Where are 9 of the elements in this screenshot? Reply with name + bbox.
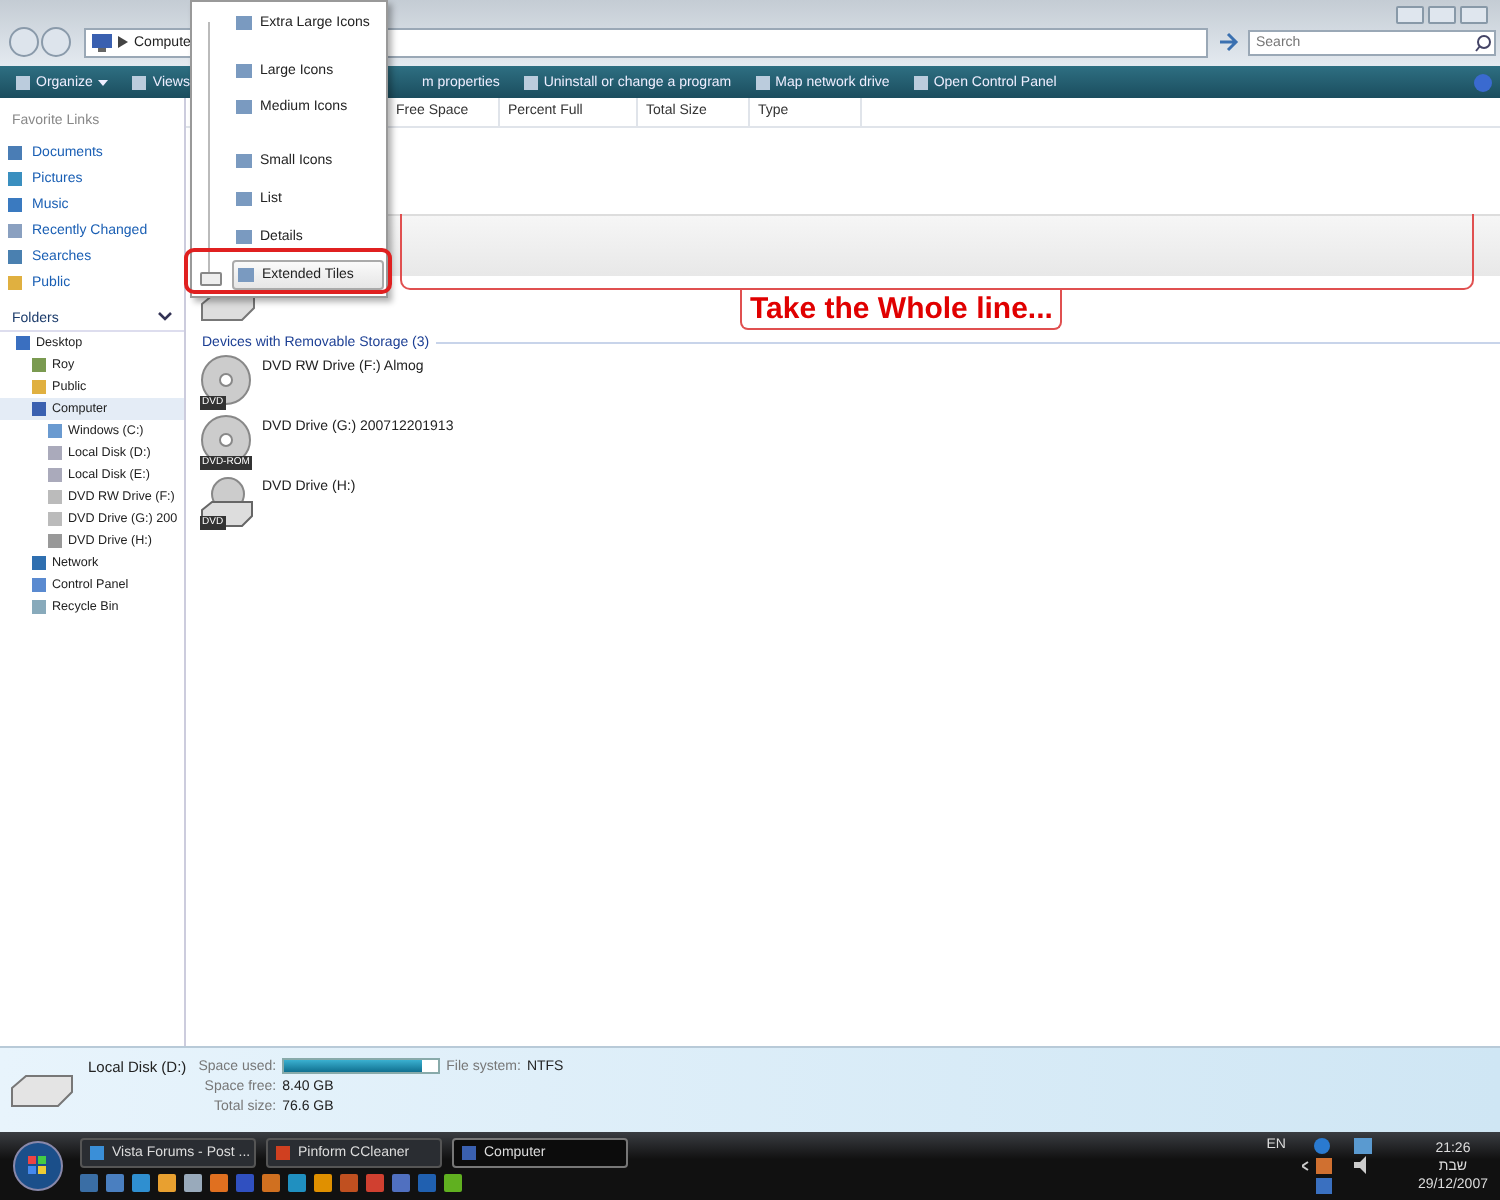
slider-thumb[interactable] xyxy=(200,272,222,286)
chevron-right-icon[interactable] xyxy=(118,36,128,48)
refresh-icon[interactable] xyxy=(1216,28,1240,56)
disc-icon xyxy=(198,354,254,410)
computer-icon xyxy=(92,33,112,51)
caret-icon[interactable] xyxy=(98,79,109,85)
start-button[interactable] xyxy=(12,1140,64,1192)
annotation-label: Take the Whole line... xyxy=(740,290,1063,330)
chevron-down-icon[interactable] xyxy=(158,312,172,322)
